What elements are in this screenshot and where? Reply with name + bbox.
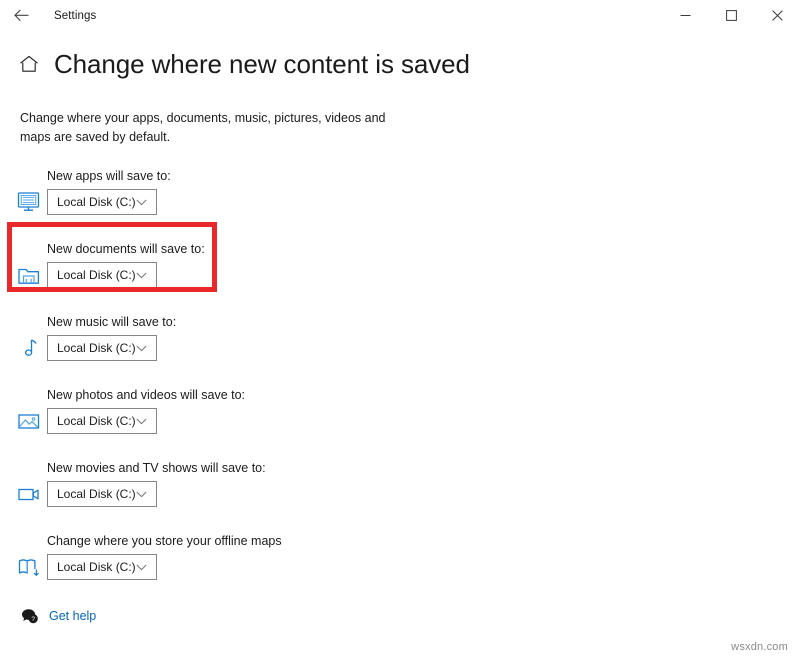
window-controls (662, 0, 800, 31)
home-icon[interactable] (18, 53, 40, 75)
dropdown-photos[interactable]: Local Disk (C:) (47, 408, 157, 434)
app-title: Settings (54, 9, 97, 22)
dropdown-value-maps: Local Disk (C:) (57, 560, 136, 574)
dropdown-value-apps: Local Disk (C:) (57, 195, 136, 209)
dropdown-apps[interactable]: Local Disk (C:) (47, 189, 157, 215)
chevron-down-icon (136, 199, 147, 206)
dropdown-maps[interactable]: Local Disk (C:) (47, 554, 157, 580)
page-header: Change where new content is saved (0, 44, 800, 84)
music-note-icon (14, 335, 44, 361)
get-help-link[interactable]: ? Get help (20, 606, 96, 626)
setting-row-apps: New apps will save to: Local Disk (C:) (0, 169, 800, 242)
picture-icon (14, 408, 44, 434)
monitor-apps-icon (14, 189, 44, 215)
dropdown-value-documents: Local Disk (C:) (57, 268, 136, 282)
setting-label-music: New music will save to: (47, 315, 177, 329)
page-title: Change where new content is saved (54, 48, 470, 79)
chevron-down-icon (136, 272, 147, 279)
setting-row-documents: New documents will save to: Local Disk (… (0, 242, 800, 315)
maximize-button[interactable] (708, 0, 754, 31)
chevron-down-icon (136, 564, 147, 571)
dropdown-documents[interactable]: Local Disk (C:) (47, 262, 157, 288)
setting-row-maps: Change where you store your offline maps… (0, 534, 800, 607)
setting-label-movies: New movies and TV shows will save to: (47, 461, 266, 475)
back-button[interactable] (0, 0, 42, 31)
minimize-icon (680, 10, 691, 21)
title-bar: Settings (0, 0, 800, 31)
get-help-label: Get help (49, 609, 97, 623)
maximize-icon (725, 10, 737, 21)
help-chat-icon: ? (20, 606, 40, 626)
documents-folder-icon (14, 262, 44, 288)
dropdown-value-movies: Local Disk (C:) (57, 487, 136, 501)
video-camera-icon (14, 481, 44, 507)
close-button[interactable] (754, 0, 800, 31)
back-arrow-icon (13, 9, 29, 22)
svg-text:?: ? (31, 616, 35, 623)
setting-row-music: New music will save to: Local Disk (C:) (0, 315, 800, 388)
dropdown-value-photos: Local Disk (C:) (57, 414, 136, 428)
chevron-down-icon (136, 345, 147, 352)
dropdown-music[interactable]: Local Disk (C:) (47, 335, 157, 361)
watermark: wsxdn.com (731, 641, 788, 653)
minimize-button[interactable] (662, 0, 708, 31)
setting-label-photos: New photos and videos will save to: (47, 388, 246, 402)
map-download-icon (14, 554, 44, 580)
setting-label-maps: Change where you store your offline maps (47, 534, 282, 548)
page-description: Change where your apps, documents, music… (20, 111, 386, 144)
setting-row-photos: New photos and videos will save to: Loca… (0, 388, 800, 461)
chevron-down-icon (136, 418, 147, 425)
chevron-down-icon (136, 491, 147, 498)
setting-label-apps: New apps will save to: (47, 169, 171, 183)
dropdown-value-music: Local Disk (C:) (57, 341, 136, 355)
close-icon (771, 10, 783, 21)
dropdown-movies[interactable]: Local Disk (C:) (47, 481, 157, 507)
setting-label-documents: New documents will save to: (47, 242, 205, 256)
setting-row-movies: New movies and TV shows will save to: Lo… (0, 461, 800, 534)
settings-list: New apps will save to: Local Disk (C:) N… (0, 169, 800, 599)
